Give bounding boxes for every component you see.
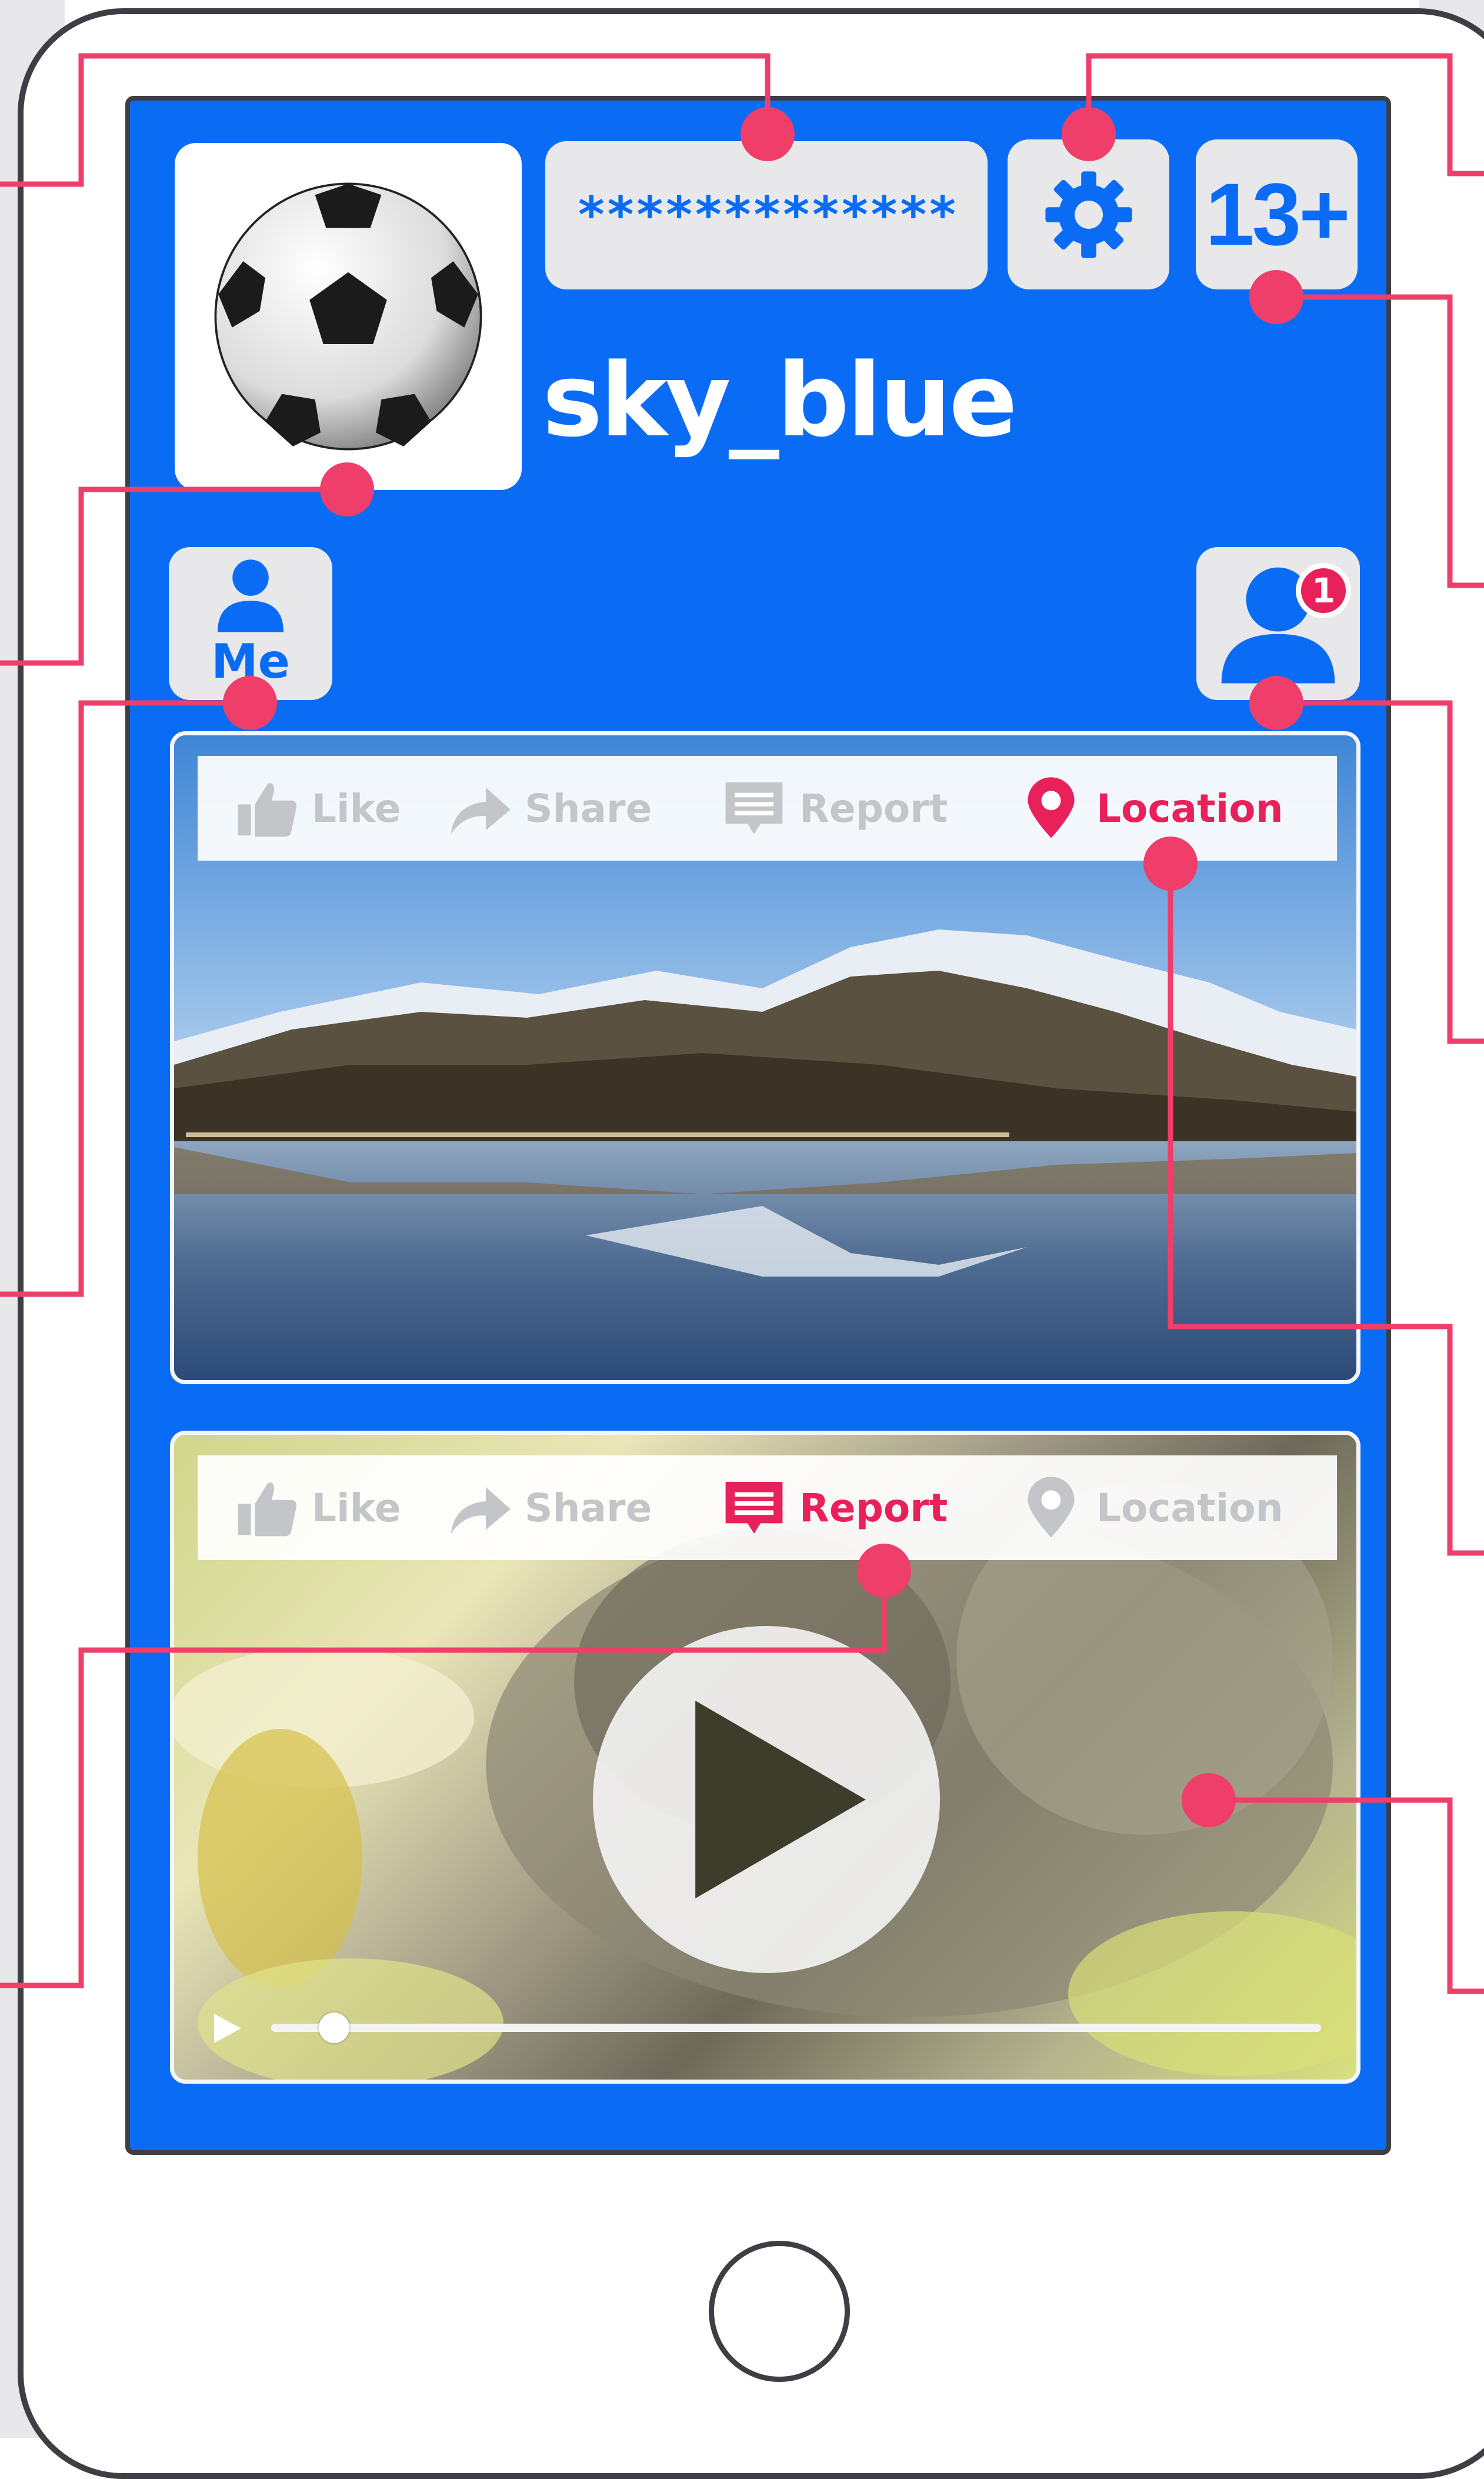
post-photo[interactable]: Like Share Report Location [170,731,1360,1384]
age-rating-text: 13+ [1205,165,1350,264]
video-progress-knob[interactable] [319,2012,350,2043]
mini-play-icon[interactable] [214,2014,241,2043]
share-button[interactable]: Share [447,756,652,861]
friends-button[interactable]: 1 [1196,547,1360,700]
me-button[interactable]: Me [169,547,332,700]
post-action-bar: Like Share Report Location [198,756,1337,861]
password-field[interactable]: ************* [545,141,988,289]
post-video[interactable]: Like Share Report Location [170,1431,1360,2084]
post-action-bar: Like Share Report Location [198,1455,1337,1560]
location-pin-icon [1028,1477,1075,1538]
speech-bubble-icon [725,1482,783,1534]
thumbs-up-icon [238,1482,297,1537]
profile-avatar[interactable] [175,143,522,490]
play-icon [695,1701,866,1898]
gear-icon [1045,171,1132,258]
share-button[interactable]: Share [447,1455,652,1560]
share-arrow-icon [451,1487,511,1534]
location-button[interactable]: Location [1019,756,1283,861]
thumbs-up-icon [238,783,297,837]
soccer-ball-icon [214,182,482,451]
like-button[interactable]: Like [234,756,401,861]
like-button[interactable]: Like [234,1455,401,1560]
speech-bubble-icon [725,782,783,834]
report-button[interactable]: Report [722,1455,948,1560]
age-rating-badge: 13+ [1196,139,1358,289]
notification-badge: 1 [1296,563,1351,618]
location-pin-icon [1028,777,1075,838]
report-button[interactable]: Report [722,756,948,861]
video-progress-track[interactable] [271,2024,1321,2032]
settings-button[interactable] [1008,139,1169,289]
home-button[interactable] [709,2241,850,2382]
share-arrow-icon [451,787,511,834]
password-mask: ************* [576,186,958,245]
me-label: Me [211,634,290,689]
person-icon [218,559,284,632]
location-button[interactable]: Location [1019,1455,1283,1560]
username: sky_blue [542,341,1018,459]
